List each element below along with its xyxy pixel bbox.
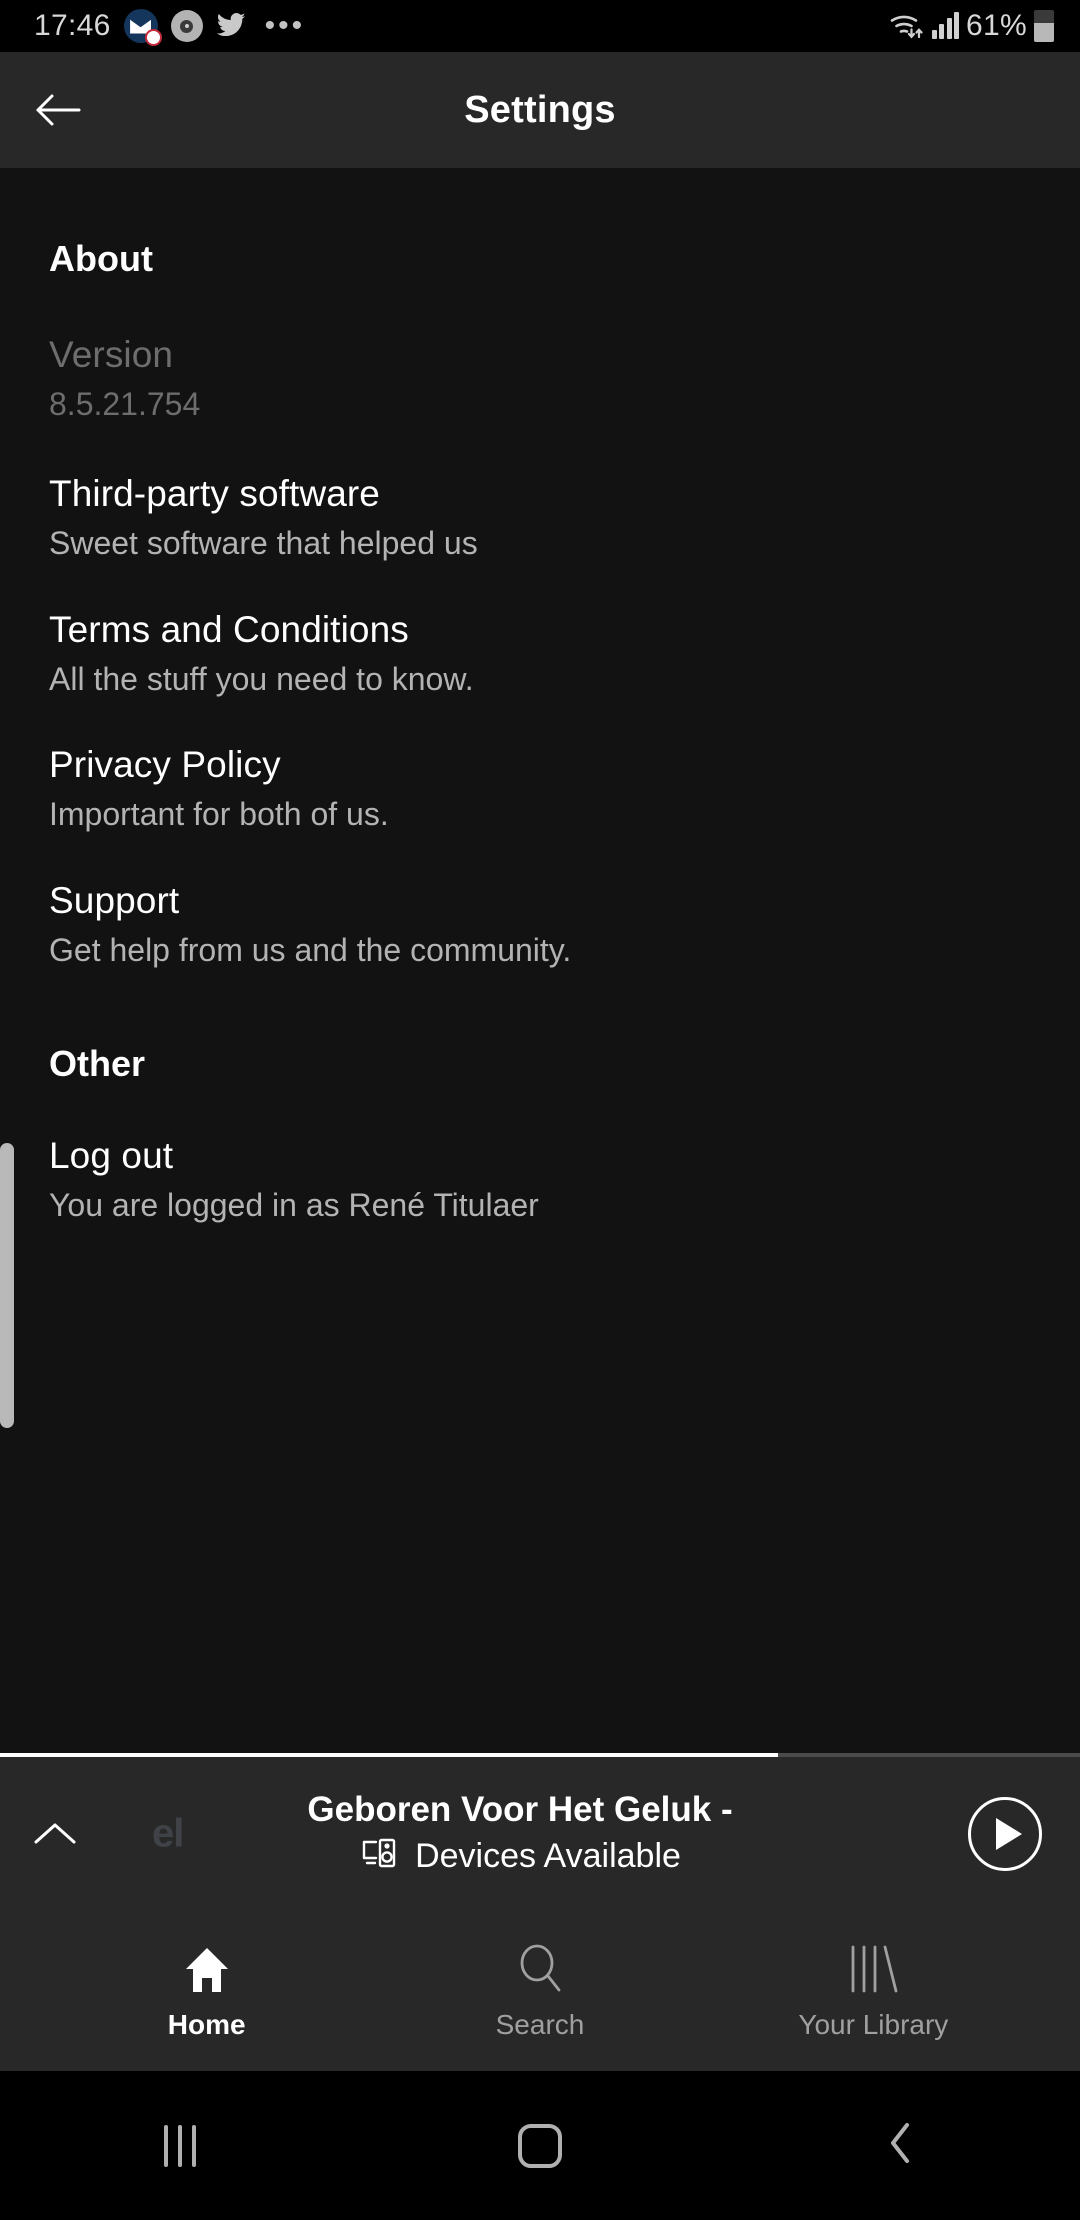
phone-screen: 17:46 ••• 61% Settings About Version 8.5… <box>0 0 1080 2220</box>
settings-row-subtitle: Sweet software that helped us <box>49 525 478 561</box>
settings-row-terms-and-conditions[interactable]: Terms and Conditions All the stuff you n… <box>0 609 514 698</box>
settings-row-log-out[interactable]: Log out You are logged in as René Titula… <box>0 1135 579 1224</box>
nav-item-home[interactable]: Home <box>40 1941 373 2041</box>
chevron-up-icon[interactable] <box>0 1817 110 1851</box>
status-bar-right: 61% <box>889 9 1054 43</box>
settings-row-title: Log out <box>49 1135 174 1176</box>
recents-icon <box>164 2124 196 2167</box>
section-heading-other: Other <box>49 1043 146 1084</box>
settings-row-privacy-policy[interactable]: Privacy Policy Important for both of us. <box>0 744 429 833</box>
nav-label: Your Library <box>798 2009 949 2040</box>
disc-icon <box>170 10 203 42</box>
back-button-system[interactable] <box>720 2119 1080 2172</box>
library-icon <box>843 1941 903 1995</box>
mail-icon <box>123 9 162 46</box>
twitter-icon <box>216 13 246 39</box>
nav-item-your-library[interactable]: Your Library <box>707 1941 1040 2041</box>
wifi-icon <box>889 11 925 41</box>
battery-percent-label: 61% <box>966 9 1027 42</box>
settings-row-subtitle: 8.5.21.754 <box>49 386 201 422</box>
battery-icon <box>1034 10 1054 42</box>
signal-bars-icon <box>931 12 960 39</box>
status-clock: 17:46 <box>34 9 111 42</box>
now-playing-info[interactable]: Geboren Voor Het Geluk - Devices Availab… <box>110 1790 930 1879</box>
recents-button[interactable] <box>0 2124 360 2167</box>
home-button[interactable] <box>360 2123 720 2168</box>
settings-row-title: Third-party software <box>49 473 380 514</box>
status-bar: 17:46 ••• 61% <box>0 0 1080 52</box>
now-playing-bar[interactable]: el Geboren Voor Het Geluk - Devices Avai… <box>0 1757 1080 1911</box>
play-icon <box>968 1797 1042 1871</box>
search-icon <box>513 1941 567 1995</box>
settings-row-subtitle: Important for both of us. <box>49 796 389 832</box>
album-art: el <box>152 1811 184 1856</box>
settings-row-subtitle: Get help from us and the community. <box>49 932 572 968</box>
status-bar-left: 17:46 ••• <box>34 9 306 46</box>
settings-row-title: Terms and Conditions <box>49 609 409 650</box>
play-button[interactable] <box>930 1797 1080 1871</box>
settings-row-third-party-software[interactable]: Third-party software Sweet software that… <box>0 473 518 562</box>
devices-icon <box>359 1834 399 1879</box>
home-icon <box>181 1941 233 1995</box>
bottom-navigation: Home Search Your Library <box>0 1911 1080 2071</box>
devices-available-label: Devices Available <box>415 1836 681 1875</box>
settings-row-version: Version 8.5.21.754 <box>0 334 240 423</box>
settings-row-subtitle: You are logged in as René Titulaer <box>49 1187 539 1223</box>
system-navigation-bar <box>0 2071 1080 2220</box>
home-square-icon <box>518 2123 562 2168</box>
nav-label: Search <box>495 2009 585 2040</box>
now-playing-track-title: Geboren Voor Het Geluk - <box>307 1789 733 1829</box>
settings-row-support[interactable]: Support Get help from us and the communi… <box>0 880 611 969</box>
page-title: Settings <box>464 88 616 131</box>
settings-row-title: Support <box>49 880 180 921</box>
nav-item-search[interactable]: Search <box>373 1941 706 2041</box>
settings-row-subtitle: All the stuff you need to know. <box>49 661 474 697</box>
back-button[interactable] <box>22 74 94 146</box>
overflow-dots-icon: ••• <box>264 9 306 42</box>
settings-row-title: Privacy Policy <box>49 744 281 785</box>
app-bar: Settings <box>0 52 1080 168</box>
back-chevron-icon <box>883 2119 917 2172</box>
settings-list[interactable]: About Version 8.5.21.754 Third-party sof… <box>0 168 1080 1753</box>
devices-available-row[interactable]: Devices Available <box>359 1834 681 1879</box>
settings-row-title: Version <box>49 334 174 375</box>
section-heading-about: About <box>49 238 153 279</box>
nav-label: Home <box>167 2009 246 2040</box>
